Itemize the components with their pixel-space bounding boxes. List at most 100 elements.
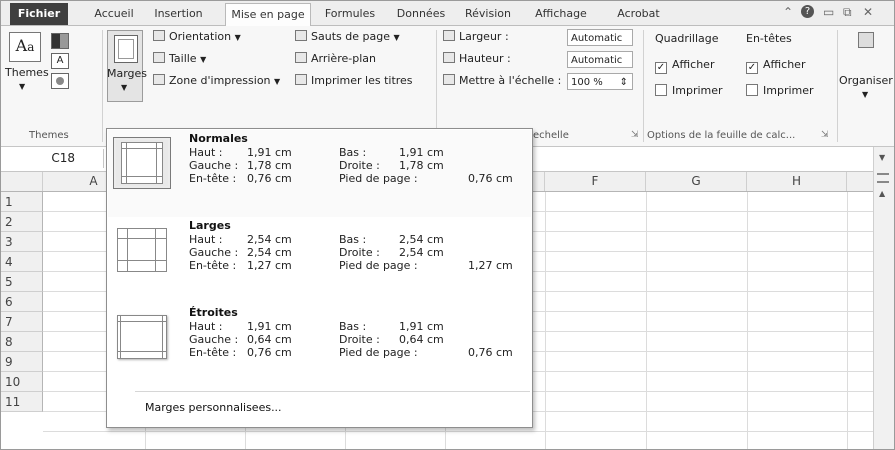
width-dropdown[interactable]: Automatic [567,29,633,46]
row-header[interactable]: 11 [1,392,43,412]
breaks-button[interactable]: Sauts de page ▼ [295,30,400,43]
name-box[interactable]: C18 [1,149,104,168]
tab-review[interactable]: Révision [459,4,517,24]
expand-formula-bar-icon[interactable]: ▼ [879,153,885,162]
print-titles-label: Imprimer les titres [311,74,413,87]
scale-icon [443,74,455,85]
orientation-label: Orientation [169,30,232,43]
height-value: Automatic [571,55,623,66]
print-titles-button[interactable]: Imprimer les titres [295,74,413,87]
print-area-button[interactable]: Zone d'impression ▼ [153,74,280,87]
margin-option-wide[interactable]: Larges Haut : 2,54 cm Bas : 2,54 cm Gauc… [108,217,531,304]
dialog-launcher-icon[interactable]: ⇲ [631,130,639,140]
margins-dropdown-menu: Normales Haut : 1,91 cm Bas : 1,91 cm Ga… [106,128,533,428]
themes-group-label: Themes [29,130,69,141]
size-button[interactable]: Taille ▼ [153,52,206,65]
checkbox-unchecked-icon [746,84,758,96]
ribbon-tab-bar: Fichier Accueil Insertion Mise en page F… [1,1,894,26]
chevron-down-icon: ▼ [862,90,869,99]
gridlines-print-checkbox[interactable]: Imprimer [655,84,723,97]
row-header[interactable]: 7 [1,312,43,332]
dialog-launcher-icon[interactable]: ⇲ [821,130,829,140]
print-titles-icon [295,74,307,85]
width-icon [443,30,455,41]
headings-label: En-têtes [746,32,792,45]
background-icon [295,52,307,63]
scale-spinner[interactable]: 100 % ⇕ [567,73,633,90]
margin-values-row: En-tête : 0,76 cm Pied de page : 0,76 cm [189,346,513,359]
column-header-h[interactable]: H [747,172,847,191]
background-button[interactable]: Arrière-plan [295,52,376,65]
margin-option-normal[interactable]: Normales Haut : 1,91 cm Bas : 1,91 cm Ga… [108,130,531,217]
scroll-up-arrow-icon[interactable]: ▲ [879,189,885,198]
normal-margins-icon [113,137,171,189]
headings-print-checkbox[interactable]: Imprimer [746,84,814,97]
theme-colors-icon[interactable] [51,33,69,49]
ribbon-separator [837,30,838,142]
split-handle-icon[interactable] [877,173,889,183]
row-header[interactable]: 1 [1,192,43,212]
size-label: Taille [169,52,197,65]
gridlines-label: Quadrillage [655,32,719,45]
theme-fonts-icon[interactable]: A [51,53,69,69]
column-header-g[interactable]: G [646,172,747,191]
restore-window-icon[interactable]: ⧉ [843,5,852,20]
margins-button[interactable]: Marges ▼ [107,30,147,102]
row-header[interactable]: 3 [1,232,43,252]
margin-option-title: Larges [189,219,231,232]
help-icon[interactable]: ? [801,5,814,18]
gridlines-view-checkbox[interactable]: ✓ Afficher [655,58,714,74]
arrange-button[interactable]: Organiser ▼ [839,30,893,110]
tab-view[interactable]: Affichage [531,4,591,24]
tab-acrobat[interactable]: Acrobat [611,4,666,24]
tab-data[interactable]: Données [393,4,449,24]
row-header[interactable]: 2 [1,212,43,232]
themes-icon: Aa [9,32,41,62]
tab-file[interactable]: Fichier [10,3,68,25]
margin-option-title: Normales [189,132,248,145]
spinner-arrows-icon[interactable]: ⇕ [620,74,628,89]
breaks-icon [295,30,307,41]
margin-option-narrow[interactable]: Étroites Haut : 1,91 cm Bas : 1,91 cm Ga… [108,304,531,391]
width-label: Largeur : [443,30,509,43]
row-header[interactable]: 9 [1,352,43,372]
vertical-scrollbar[interactable]: ▼ ▲ [873,147,894,449]
row-header[interactable]: 10 [1,372,43,392]
tab-page-layout[interactable]: Mise en page [225,3,311,26]
column-header-f[interactable]: F [545,172,646,191]
ribbon-separator [436,30,437,142]
margin-values-row: Haut : 1,91 cm Bas : 1,91 cm [189,146,444,159]
tab-formulas[interactable]: Formules [321,4,379,24]
print-area-label: Zone d'impression [169,74,271,87]
print-area-icon [153,74,165,85]
row-header[interactable]: 8 [1,332,43,352]
row-header[interactable]: 5 [1,272,43,292]
chevron-down-icon: ▼ [200,55,207,64]
grid-column-line [545,192,546,449]
height-dropdown[interactable]: Automatic [567,51,633,68]
custom-margins-button[interactable]: Marges personnalisees... [145,401,282,414]
scale-label: Mettre à l'échelle : [443,74,561,87]
select-all-corner[interactable] [1,172,43,191]
row-header[interactable]: 6 [1,292,43,312]
column-header[interactable] [847,172,874,191]
breaks-label: Sauts de page [311,30,390,43]
minimize-window-icon[interactable]: ▭ [823,5,834,19]
margin-values-row: Gauche : 1,78 cm Droite : 1,78 cm [189,159,444,172]
orientation-button[interactable]: Orientation ▼ [153,30,241,43]
row-header[interactable]: 4 [1,252,43,272]
tab-insert[interactable]: Insertion [151,4,206,24]
excel-window: Fichier Accueil Insertion Mise en page F… [0,0,895,450]
themes-button[interactable]: Aa Themes ▼ [5,32,49,102]
scale-value: 100 % [571,77,603,88]
minimize-ribbon-icon[interactable]: ⌃ [783,5,793,19]
theme-effects-icon[interactable] [51,73,69,89]
checkbox-checked-icon: ✓ [655,62,667,74]
chevron-down-icon: ▼ [19,82,26,91]
background-label: Arrière-plan [311,52,376,65]
margin-values-row: Gauche : 2,54 cm Droite : 2,54 cm [189,246,444,259]
themes-label: Themes [5,66,49,79]
headings-view-checkbox[interactable]: ✓ Afficher [746,58,805,74]
close-window-icon[interactable]: ✕ [863,5,873,19]
tab-home[interactable]: Accueil [89,4,139,24]
